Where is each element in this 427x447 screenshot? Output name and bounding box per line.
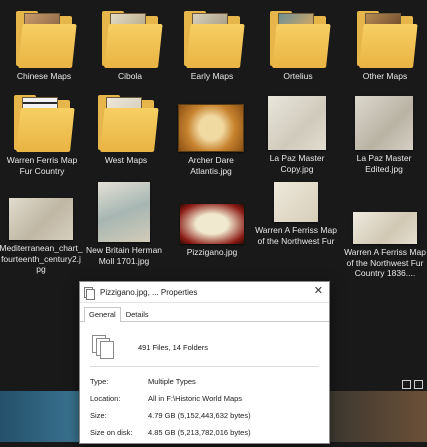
- image-thumbnail: [180, 204, 244, 244]
- large-icons-view-icon[interactable]: [414, 380, 423, 389]
- files-icon: [84, 286, 95, 300]
- folder-icon: [270, 10, 331, 68]
- folder-item[interactable]: Chinese Maps: [2, 10, 86, 82]
- item-label: Pizzigano.jpg: [186, 247, 238, 257]
- files-count: 491 Files, 14 Folders: [138, 342, 209, 352]
- folder-icon: [98, 94, 159, 152]
- image-item[interactable]: Warren A Ferriss Map of the Northwest Fu…: [343, 212, 427, 279]
- property-value: 4.85 GB (5,213,782,016 bytes): [148, 428, 251, 437]
- tab-general[interactable]: General: [84, 307, 121, 322]
- item-label: Warren A Ferriss Map of the Northwest Fu…: [255, 225, 337, 246]
- folder-icon: [14, 94, 75, 152]
- property-label: Size:: [90, 411, 107, 420]
- image-item[interactable]: Mediterranean_chart_fourteenth_century2.…: [0, 198, 83, 275]
- folder-item[interactable]: Early Maps: [170, 10, 254, 82]
- dialog-title: Pizzigano.jpg, ... Properties: [100, 287, 198, 297]
- item-label: Other Maps: [362, 71, 408, 81]
- properties-dialog: Pizzigano.jpg, ... Properties ✕ General …: [79, 281, 330, 444]
- folder-item[interactable]: Cibola: [88, 10, 172, 82]
- image-item[interactable]: New Britain Herman Moll 1701.jpg: [82, 182, 166, 266]
- property-value: Multiple Types: [148, 377, 196, 386]
- item-label: La Paz Master Copy.jpg: [269, 153, 325, 174]
- item-label: Ortelius: [283, 71, 313, 81]
- image-item[interactable]: Pizzigano.jpg: [170, 204, 254, 258]
- folder-icon: [16, 10, 77, 68]
- image-item[interactable]: Archer Dare Atlantis.jpg: [169, 104, 253, 176]
- image-thumbnail: [353, 212, 417, 244]
- general-pane: 491 Files, 14 Folders Type: Multiple Typ…: [80, 322, 329, 447]
- item-label: Early Maps: [190, 71, 234, 81]
- multiple-files-icon: [92, 335, 114, 359]
- item-label: Cibola: [117, 71, 143, 81]
- image-item[interactable]: La Paz Master Copy.jpg: [255, 96, 339, 174]
- close-icon[interactable]: ✕: [314, 286, 323, 297]
- folder-item[interactable]: Other Maps: [343, 10, 427, 82]
- item-label: Warren A Ferriss Map of the Northwest Fu…: [344, 247, 426, 278]
- property-row-type: Type: Multiple Types: [90, 373, 319, 390]
- details-view-icon[interactable]: [402, 380, 411, 389]
- item-label: La Paz Master Edited.jpg: [356, 153, 412, 174]
- folder-item[interactable]: West Maps: [84, 94, 168, 166]
- image-thumbnail: [268, 96, 326, 150]
- image-thumbnail: [9, 198, 73, 240]
- property-row-size-on-disk: Size on disk: 4.85 GB (5,213,782,016 byt…: [90, 424, 319, 441]
- property-label: Type:: [90, 377, 109, 386]
- property-value: All in F:\Historic World Maps: [148, 394, 243, 403]
- folder-icon: [184, 10, 245, 68]
- image-item[interactable]: La Paz Master Edited.jpg: [342, 96, 426, 174]
- folder-icon: [357, 10, 418, 68]
- image-thumbnail: [355, 96, 413, 150]
- item-label: Archer Dare Atlantis.jpg: [188, 155, 234, 176]
- item-label: New Britain Herman Moll 1701.jpg: [85, 245, 163, 266]
- folder-item[interactable]: Ortelius: [256, 10, 340, 82]
- image-item[interactable]: Warren A Ferriss Map of the Northwest Fu…: [254, 182, 338, 246]
- tab-details[interactable]: Details: [121, 307, 154, 321]
- property-row-location: Location: All in F:\Historic World Maps: [90, 390, 319, 407]
- property-row-size: Size: 4.79 GB (5,152,443,632 bytes): [90, 407, 319, 424]
- property-label: Location:: [90, 394, 121, 403]
- image-thumbnail: [274, 182, 318, 222]
- property-value: 4.79 GB (5,152,443,632 bytes): [148, 411, 251, 420]
- dialog-tabs: General Details: [80, 303, 329, 322]
- view-mode-toggle: [402, 380, 423, 389]
- item-label: West Maps: [104, 155, 148, 165]
- item-label: Chinese Maps: [16, 71, 72, 81]
- image-thumbnail: [98, 182, 150, 242]
- item-label: Warren Ferris Map Fur Country: [6, 155, 78, 176]
- folder-icon: [102, 10, 163, 68]
- item-label: Mediterranean_chart_fourteenth_century2.…: [0, 243, 83, 274]
- summary-row: 491 Files, 14 Folders: [90, 328, 319, 367]
- image-thumbnail: [178, 104, 244, 152]
- dialog-titlebar[interactable]: Pizzigano.jpg, ... Properties ✕: [80, 282, 329, 303]
- property-label: Size on disk:: [90, 428, 133, 437]
- folder-item[interactable]: Warren Ferris Map Fur Country: [0, 94, 84, 176]
